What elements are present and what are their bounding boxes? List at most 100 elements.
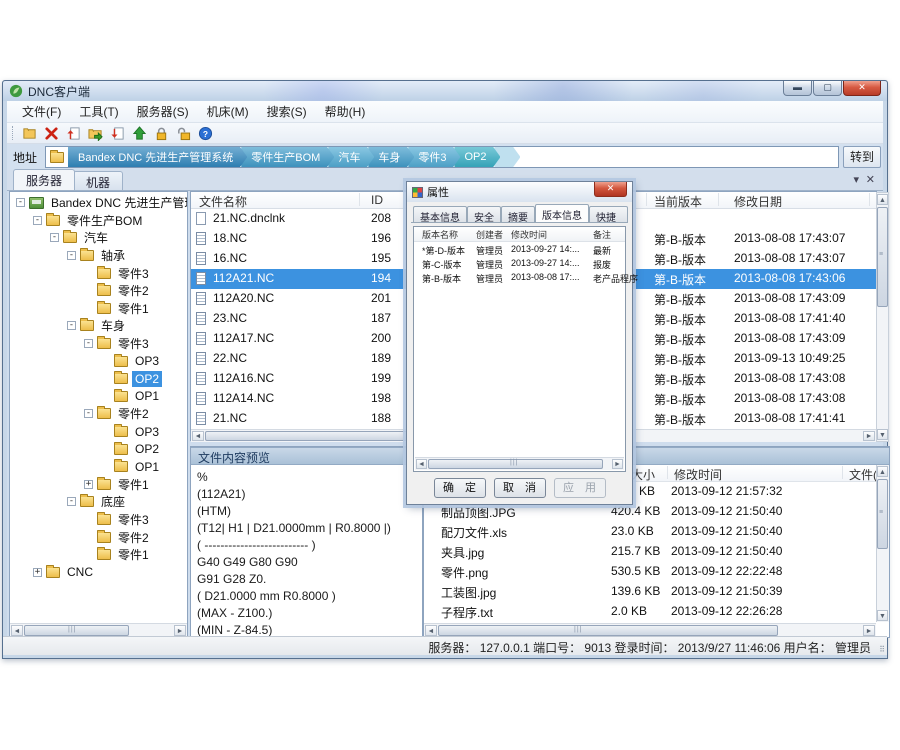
minimize-button[interactable]: ▬: [783, 81, 812, 96]
list-item[interactable]: 夹具.jpg215.7 KB2013-09-12 21:50:40: [424, 542, 876, 562]
breadcrumb-segment[interactable]: 车身: [368, 146, 414, 168]
filelist-vertical-scrollbar[interactable]: ▲ ≡ ▼: [876, 192, 889, 442]
list-item[interactable]: 工装图.jpg139.6 KB2013-09-12 21:50:39: [424, 582, 876, 602]
collapse-icon[interactable]: -: [67, 497, 76, 506]
send-folder-icon[interactable]: [85, 124, 105, 142]
scroll-thumb[interactable]: [24, 625, 129, 636]
unlock-icon[interactable]: [173, 124, 193, 142]
menu-item[interactable]: 机床(M): [198, 101, 258, 122]
column-modified-time[interactable]: 修改时间: [674, 466, 722, 483]
tree-item[interactable]: +零件2: [10, 282, 187, 300]
go-button[interactable]: 转到: [843, 146, 881, 168]
tree-item[interactable]: -零件2: [10, 405, 187, 423]
upload-arrow-icon[interactable]: [129, 124, 149, 142]
expand-icon[interactable]: +: [84, 480, 93, 489]
scroll-left-icon[interactable]: ◄: [416, 459, 427, 469]
version-list-header[interactable]: 版本名称 创建者 修改时间 备注: [414, 227, 625, 242]
tree-item[interactable]: -轴承: [10, 247, 187, 265]
tab-machine[interactable]: 机器: [73, 171, 123, 190]
breadcrumb-segment[interactable]: 汽车: [328, 146, 374, 168]
resize-grip[interactable]: ⠿: [879, 645, 885, 654]
menu-item[interactable]: 服务器(S): [128, 101, 198, 122]
version-row[interactable]: 第-C-版本管理员2013-09-27 14:...报废: [414, 257, 625, 271]
collapse-icon[interactable]: -: [16, 198, 25, 207]
breadcrumb-segment[interactable]: OP2: [454, 146, 500, 168]
cancel-button[interactable]: 取 消: [494, 478, 546, 498]
column-id[interactable]: ID: [371, 193, 383, 207]
breadcrumb-segment[interactable]: Bandex DNC 先进生产管理系统: [68, 146, 247, 168]
maximize-button[interactable]: ▢: [813, 81, 842, 96]
tree-item[interactable]: +零件1: [10, 546, 187, 564]
version-row[interactable]: 第-B-版本管理员2013-08-08 17:...老产品程序: [414, 271, 625, 285]
tree-item[interactable]: +OP2: [10, 370, 187, 388]
new-folder-icon[interactable]: [19, 124, 39, 142]
tree-item[interactable]: +OP2: [10, 440, 187, 458]
scroll-down-icon[interactable]: ▼: [877, 429, 888, 440]
column-modified-date[interactable]: 修改日期: [734, 193, 782, 210]
scroll-thumb[interactable]: [438, 625, 778, 636]
column-modified[interactable]: 修改时间: [511, 228, 547, 241]
title-bar[interactable]: DNC客户端 ▬ ▢ ✕: [3, 81, 887, 101]
tab-server[interactable]: 服务器: [13, 169, 75, 190]
breadcrumb-segment[interactable]: 零件生产BOM: [241, 146, 334, 168]
tree-item[interactable]: +OP3: [10, 423, 187, 441]
menu-item[interactable]: 文件(F): [13, 101, 70, 122]
column-version-name[interactable]: 版本名称: [422, 228, 458, 241]
list-item[interactable]: 配刀文件.xls23.0 KB2013-09-12 21:50:40: [424, 522, 876, 542]
tree-item[interactable]: +CNC: [10, 563, 187, 581]
column-size[interactable]: 大小: [631, 466, 655, 483]
lock-icon[interactable]: [151, 124, 171, 142]
version-row[interactable]: *第-D-版本管理员2013-09-27 14:...最新: [414, 243, 625, 257]
assoc-horizontal-scrollbar[interactable]: ◄ ||| ►: [424, 623, 876, 637]
ok-button[interactable]: 确 定: [434, 478, 486, 498]
delete-icon[interactable]: [41, 124, 61, 142]
list-item[interactable]: 制品顶图.JPG420.4 KB2013-09-12 21:50:40: [424, 502, 876, 522]
tree-item[interactable]: -零件生产BOM: [10, 212, 187, 230]
collapse-icon[interactable]: -: [50, 233, 59, 242]
tree-item[interactable]: -车身: [10, 317, 187, 335]
tree-item[interactable]: +OP1: [10, 388, 187, 406]
column-file-name[interactable]: 文件名称: [199, 193, 247, 210]
menu-item[interactable]: 工具(T): [70, 101, 127, 122]
dialog-close-button[interactable]: ✕: [594, 182, 627, 197]
dialog-tab[interactable]: 安全: [467, 206, 501, 223]
dialog-tab[interactable]: 基本信息: [413, 206, 467, 223]
collapse-icon[interactable]: -: [84, 409, 93, 418]
menu-item[interactable]: 帮助(H): [316, 101, 375, 122]
tree-item[interactable]: +零件3: [10, 511, 187, 529]
scroll-right-icon[interactable]: ►: [174, 625, 186, 636]
close-button[interactable]: ✕: [843, 81, 881, 96]
scroll-down-icon[interactable]: ▼: [877, 610, 888, 621]
column-current-version[interactable]: 当前版本: [654, 193, 702, 210]
tree-item[interactable]: +零件1: [10, 476, 187, 494]
scroll-left-icon[interactable]: ◄: [425, 625, 437, 636]
list-item[interactable]: 子程序.txt2.0 KB2013-09-12 22:26:28: [424, 602, 876, 622]
toolbar-grip[interactable]: [12, 126, 15, 140]
scroll-left-icon[interactable]: ◄: [192, 431, 204, 441]
tree-item[interactable]: +零件2: [10, 528, 187, 546]
tree-item[interactable]: -汽车: [10, 229, 187, 247]
assoc-vertical-scrollbar[interactable]: ▲ ≡ ▼: [876, 465, 889, 622]
tree-item[interactable]: +OP1: [10, 458, 187, 476]
dialog-horizontal-scrollbar[interactable]: ◄ ||| ►: [415, 457, 624, 470]
dialog-tab[interactable]: 版本信息: [535, 204, 589, 223]
scroll-right-icon[interactable]: ►: [863, 625, 875, 636]
dialog-tab[interactable]: 快捷方式: [589, 206, 628, 223]
checkin-file-icon[interactable]: [63, 124, 83, 142]
panel-close-icon[interactable]: ✕: [866, 173, 875, 186]
tree-item[interactable]: +零件1: [10, 300, 187, 318]
scroll-left-icon[interactable]: ◄: [11, 625, 23, 636]
tree-horizontal-scrollbar[interactable]: ◄ ||| ►: [10, 623, 187, 637]
list-item[interactable]: 零件.png530.5 KB2013-09-12 22:22:48: [424, 562, 876, 582]
tree-item[interactable]: +零件3: [10, 264, 187, 282]
collapse-icon[interactable]: -: [33, 216, 42, 225]
menu-item[interactable]: 搜索(S): [258, 101, 316, 122]
dialog-title-bar[interactable]: 属性 ✕: [407, 182, 632, 202]
scroll-right-icon[interactable]: ►: [612, 459, 623, 469]
tree-item[interactable]: -零件3: [10, 335, 187, 353]
chevron-down-icon[interactable]: ▾: [853, 173, 859, 186]
help-icon[interactable]: ?: [195, 124, 215, 142]
scroll-up-icon[interactable]: ▲: [877, 194, 888, 205]
breadcrumb-segment[interactable]: 零件3: [408, 146, 460, 168]
expand-icon[interactable]: +: [33, 568, 42, 577]
